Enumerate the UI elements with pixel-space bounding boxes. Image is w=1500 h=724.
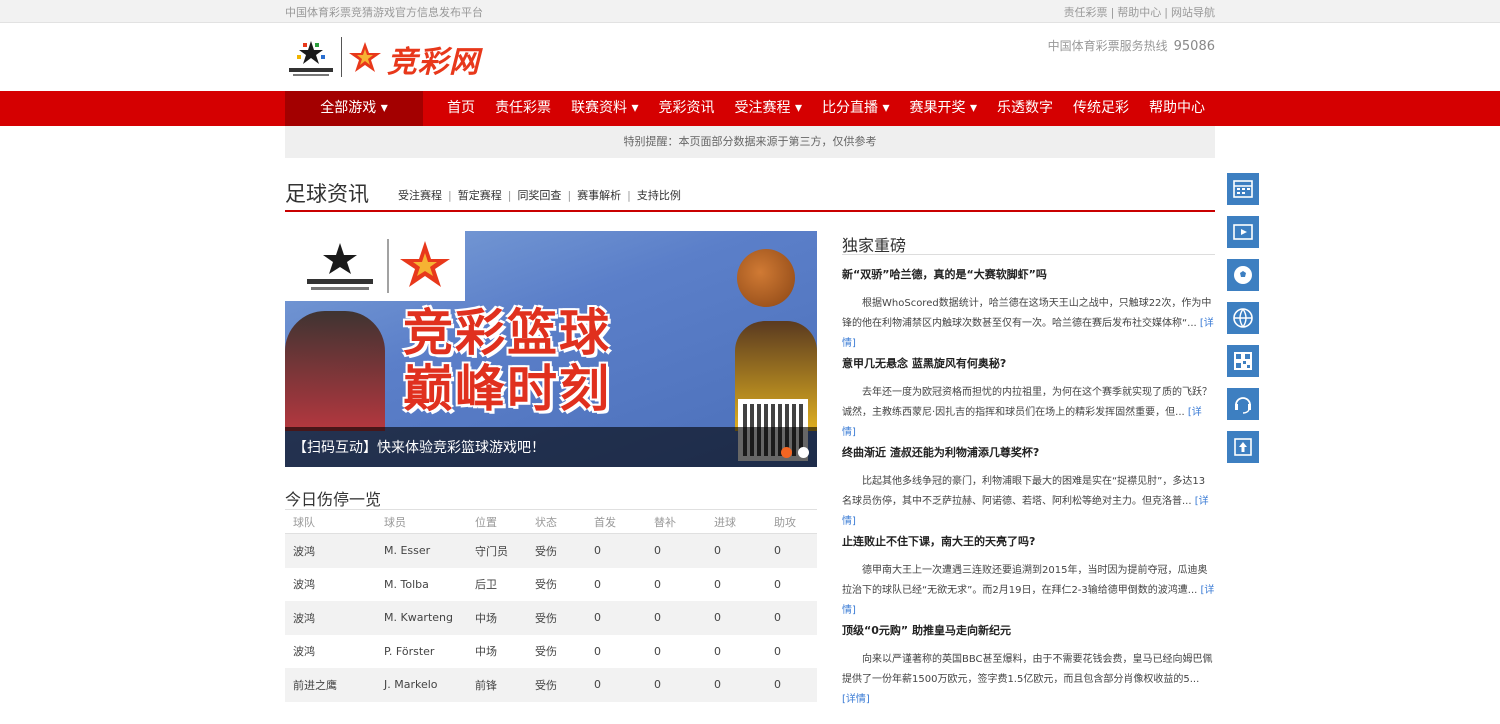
news-summary: 根据WhoScored数据统计，哈兰德在这场天王山之战中，只触球22次，作为中锋… (842, 298, 1214, 349)
banner-player-left (285, 311, 385, 431)
news-title[interactable]: 意甲几无悬念 蓝黑旋风有何奥秘? (842, 355, 1215, 371)
sidebar-football-button[interactable] (1227, 259, 1259, 291)
carousel-dot-1[interactable] (781, 447, 792, 458)
top-link-help-center[interactable]: 帮助中心 (1117, 6, 1161, 19)
back-to-top-icon (1234, 438, 1252, 456)
header: 竞彩网 中国体育彩票服务热线 95086 (0, 23, 1500, 91)
sidebar-video-button[interactable] (1227, 216, 1259, 248)
carousel-dot-2[interactable] (798, 447, 809, 458)
table-row: 波鸿 M. Esser 守门员 受伤 0 0 0 0 (285, 533, 817, 568)
all-games-menu[interactable]: 全部游戏 ▾ (285, 91, 424, 126)
news-item: 意甲几无悬念 蓝黑旋风有何奥秘? 去年还一度为欧冠资格而担忧的内拉祖里，为何在这… (842, 355, 1215, 443)
table-row: 波鸿 M. Tolba 后卫 受伤 0 0 0 0 (293, 577, 781, 592)
nav-item-home[interactable]: 首页 (437, 91, 485, 126)
news-item: 新“双骄”哈兰德，真的是“大赛软脚虾”吗 根据WhoScored数据统计，哈兰德… (842, 266, 1215, 354)
news-summary: 比起其他多线争冠的豪门，利物浦眼下最大的困难是实在“捉襟见肘”，多达13名球员伤… (842, 476, 1209, 527)
site-slogan: 中国体育彩票竞猜游戏官方信息发布平台 (285, 6, 483, 19)
news-summary: 德甲南大王上一次遭遇三连败还要追溯到2015年，当时因为提前夺冠，瓜迪奥拉治下的… (842, 565, 1215, 616)
china-sports-lottery-logo[interactable] (285, 37, 337, 79)
section-links: 受注赛程 | 暂定赛程 | 同奖回查 | 赛事解析 | 支持比例 (398, 189, 681, 202)
promo-banner[interactable]: 竞彩篮球 巅峰时刻 【扫码互动】快来体验竞彩篮球游戏吧！ (285, 231, 817, 467)
injury-table-header: 球队 球员 位置 状态 首发 替补 进球 助攻 (285, 509, 817, 534)
col-subs: 替补 (646, 509, 706, 534)
sidebar-customer-service-button[interactable] (1227, 388, 1259, 420)
video-icon (1233, 224, 1253, 240)
table-row: 波鸿 P. Förster 中场 受伤 0 0 0 0 (293, 644, 781, 659)
nav-item-news[interactable]: 竞彩资讯 (649, 91, 725, 126)
nav-item-schedule[interactable]: 受注赛程 ▾ (725, 91, 812, 126)
notice-bar: 特别提醒：本页面部分数据来源于第三方，仅供参考 (285, 126, 1215, 158)
news-item: 止连败止不住下课，南大王的天亮了吗? 德甲南大王上一次遭遇三连败还要追溯到201… (842, 533, 1215, 621)
schedule-icon (1233, 180, 1253, 198)
section-link-analysis[interactable]: 赛事解析 (577, 189, 621, 202)
news-title[interactable]: 终曲渐近 渣叔还能为利物浦添几尊奖杯? (842, 444, 1215, 460)
nav-item-results[interactable]: 赛果开奖 ▾ (900, 91, 987, 126)
top-link-site-map[interactable]: 网站导航 (1171, 6, 1215, 19)
news-summary: 向来以严谨著称的英国BBC甚至爆料，由于不需要花钱会费，皇马已经向姆巴佩提供了一… (842, 654, 1213, 705)
table-row: 前进之鹰 J. Markelo 前锋 受伤 0 0 0 0 (285, 668, 817, 702)
hotline-label: 中国体育彩票服务热线 (1047, 39, 1168, 53)
service-hotline: 中国体育彩票服务热线 95086 (1048, 37, 1215, 54)
news-item: 终曲渐近 渣叔还能为利物浦添几尊奖杯? 比起其他多线争冠的豪门，利物浦眼下最大的… (842, 444, 1215, 532)
section-link-same-odds[interactable]: 同奖回查 (517, 189, 561, 202)
news-title[interactable]: 止连败止不住下课，南大王的天亮了吗? (842, 533, 1215, 549)
col-player: 球员 (376, 509, 467, 534)
exclusive-news-title: 独家重磅 (842, 236, 907, 255)
basketball-image (737, 249, 795, 307)
col-position: 位置 (467, 509, 527, 534)
news-title[interactable]: 新“双骄”哈兰德，真的是“大赛软脚虾”吗 (842, 266, 1215, 282)
sidebar-schedule-button[interactable] (1227, 173, 1259, 205)
top-link-responsible-lottery[interactable]: 责任彩票 (1064, 6, 1108, 19)
customer-service-icon (1235, 397, 1251, 414)
news-title[interactable]: 顶级“0元购” 助推皇马走向新纪元 (842, 622, 1215, 638)
section-title: 足球资讯 (285, 182, 369, 206)
nav-item-responsible-lottery[interactable]: 责任彩票 (485, 91, 561, 126)
table-row: 波鸿 M. Kwarteng 中场 受伤 0 0 0 0 (285, 601, 817, 635)
sidebar-back-to-top-button[interactable] (1227, 431, 1259, 463)
star-logo-icon (348, 41, 382, 75)
col-starts: 首发 (586, 509, 646, 534)
news-summary: 去年还一度为欧冠资格而担忧的内拉祖里，为何在这个赛季就实现了质的飞跃？诚然，主教… (842, 387, 1212, 438)
section-link-support-ratio[interactable]: 支持比例 (637, 189, 681, 202)
nav-item-league-data[interactable]: 联赛资料 ▾ (561, 91, 648, 126)
banner-logo-card (285, 231, 465, 301)
sidebar-qrcode-button[interactable] (1227, 345, 1259, 377)
col-status: 状态 (527, 509, 586, 534)
floating-sidebar (1227, 173, 1259, 474)
top-links: 责任彩票 | 帮助中心 | 网站导航 (1063, 6, 1215, 19)
nav-item-help[interactable]: 帮助中心 (1139, 91, 1215, 126)
section-header: 足球资讯 受注赛程 | 暂定赛程 | 同奖回查 | 赛事解析 | 支持比例 (285, 178, 1215, 212)
nav-item-traditional-football[interactable]: 传统足彩 (1063, 91, 1139, 126)
banner-headline: 竞彩篮球 巅峰时刻 (403, 304, 611, 418)
exclusive-divider (842, 254, 1215, 255)
top-bar: 中国体育彩票竞猜游戏官方信息发布平台 责任彩票 | 帮助中心 | 网站导航 (0, 0, 1500, 23)
nav-item-lotto[interactable]: 乐透数字 (987, 91, 1063, 126)
news-more-link[interactable]: [详情] (842, 694, 870, 705)
qrcode-icon (1234, 352, 1252, 370)
nav-item-live-score[interactable]: 比分直播 ▾ (812, 91, 899, 126)
section-link-schedule[interactable]: 受注赛程 (398, 189, 442, 202)
carousel-dots (781, 447, 809, 458)
col-goals: 进球 (706, 509, 766, 534)
nav-items: 首页 责任彩票 联赛资料 ▾ 竞彩资讯 受注赛程 ▾ 比分直播 ▾ 赛果开奖 ▾… (437, 91, 1215, 126)
banner-caption[interactable]: 【扫码互动】快来体验竞彩篮球游戏吧！ (293, 437, 545, 457)
brand-logo-text[interactable]: 竞彩网 (387, 37, 480, 81)
main-nav: 全部游戏 ▾ 首页 责任彩票 联赛资料 ▾ 竞彩资讯 受注赛程 ▾ 比分直播 ▾… (0, 91, 1500, 126)
sidebar-basketball-button[interactable] (1227, 302, 1259, 334)
injury-table: 球队 球员 位置 状态 首发 替补 进球 助攻 波鸿 M. Esser 守门员 受伤 0… (285, 509, 817, 702)
logo-divider (341, 37, 342, 77)
col-team: 球队 (285, 509, 376, 534)
col-assists: 助攻 (766, 509, 817, 534)
news-item: 顶级“0元购” 助推皇马走向新纪元 向来以严谨著称的英国BBC甚至爆料，由于不需… (842, 622, 1215, 710)
injury-list-title: 今日伤停一览 (285, 490, 382, 509)
content: 竞彩篮球 巅峰时刻 【扫码互动】快来体验竞彩篮球游戏吧！ 今日伤停一览 球队 球… (285, 212, 1215, 705)
football-icon (1234, 266, 1252, 284)
section-link-tentative[interactable]: 暂定赛程 (458, 189, 502, 202)
basketball-icon (1233, 308, 1253, 328)
hotline-number: 95086 (1173, 39, 1215, 54)
